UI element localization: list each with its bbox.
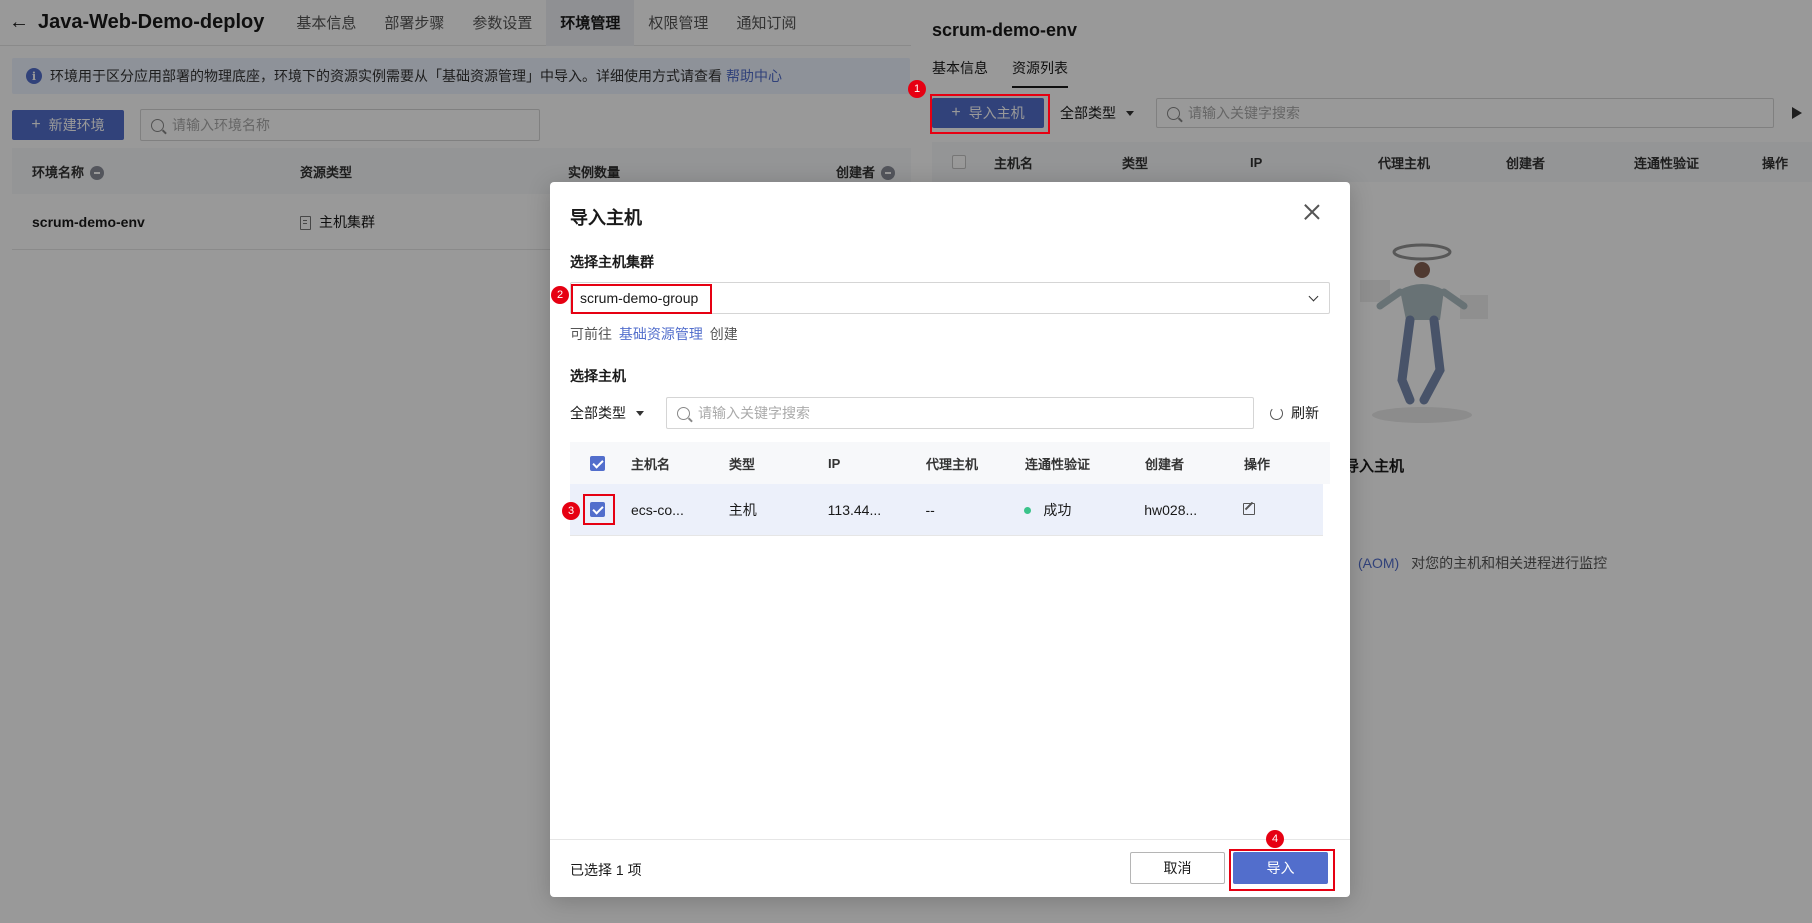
select-all-checkbox[interactable] (590, 455, 605, 471)
annotation-badge-1: 1 (908, 80, 926, 98)
host-search-placeholder: 请输入关键字搜索 (698, 405, 810, 421)
annotation-box-3 (583, 494, 615, 525)
chevron-down-icon (1308, 291, 1319, 302)
host-proxy: -- (925, 501, 935, 518)
host-toolbar: 全部类型 请输入关键字搜索 刷新 (570, 397, 1330, 429)
host-type-filter-label: 全部类型 (570, 405, 626, 421)
resource-management-link[interactable]: 基础资源管理 (619, 326, 703, 342)
col-connectivity: 连通性验证 (1025, 456, 1091, 472)
host-type: 主机 (728, 501, 757, 518)
edit-icon[interactable] (1243, 502, 1256, 515)
annotation-box-2 (571, 284, 712, 314)
hint-prefix: 可前往 (570, 326, 612, 342)
refresh-icon (1270, 406, 1283, 420)
host-creator: hw028... (1144, 501, 1198, 518)
host-name: ecs-co... (630, 501, 684, 518)
connectivity-status: 成功 (1024, 500, 1144, 520)
search-icon (677, 406, 690, 420)
connectivity-status-text: 成功 (1043, 501, 1072, 518)
col-hostname: 主机名 (631, 456, 671, 472)
close-icon[interactable] (1304, 204, 1320, 220)
cluster-hint: 可前往 基础资源管理 创建 (570, 324, 738, 344)
hint-suffix: 创建 (709, 326, 738, 342)
dialog-title: 导入主机 (570, 208, 642, 228)
caret-down-icon (636, 410, 644, 416)
col-creator: 创建者 (1145, 456, 1185, 472)
annotation-box-4 (1229, 849, 1335, 891)
col-proxy: 代理主机 (926, 456, 979, 472)
annotation-badge-2: 2 (551, 286, 569, 304)
host-type-filter[interactable]: 全部类型 (570, 403, 644, 423)
annotation-badge-3: 3 (562, 502, 580, 520)
annotation-box-1 (930, 94, 1050, 134)
annotation-badge-4: 4 (1266, 830, 1284, 848)
host-search-input[interactable]: 请输入关键字搜索 (666, 397, 1254, 429)
col-actions: 操作 (1244, 456, 1271, 472)
selected-count: 已选择 1 项 (570, 862, 642, 878)
success-dot-icon (1024, 507, 1032, 515)
host-table-header: 主机名 类型 IP 代理主机 连通性验证 创建者 操作 (570, 442, 1330, 484)
host-table: 主机名 类型 IP 代理主机 连通性验证 创建者 操作 ecs-co... 主机… (570, 442, 1330, 536)
refresh-label: 刷新 (1291, 405, 1319, 421)
table-row[interactable]: ecs-co... 主机 113.44... -- 成功 hw028... (570, 484, 1323, 536)
host-ip: 113.44... (827, 501, 882, 518)
host-section-label: 选择主机 (570, 368, 626, 384)
refresh-button[interactable]: 刷新 (1270, 403, 1319, 423)
cluster-section-label: 选择主机集群 (570, 254, 654, 270)
col-ip: IP (828, 455, 841, 471)
cancel-button[interactable]: 取消 (1130, 852, 1225, 884)
col-type: 类型 (729, 456, 756, 472)
